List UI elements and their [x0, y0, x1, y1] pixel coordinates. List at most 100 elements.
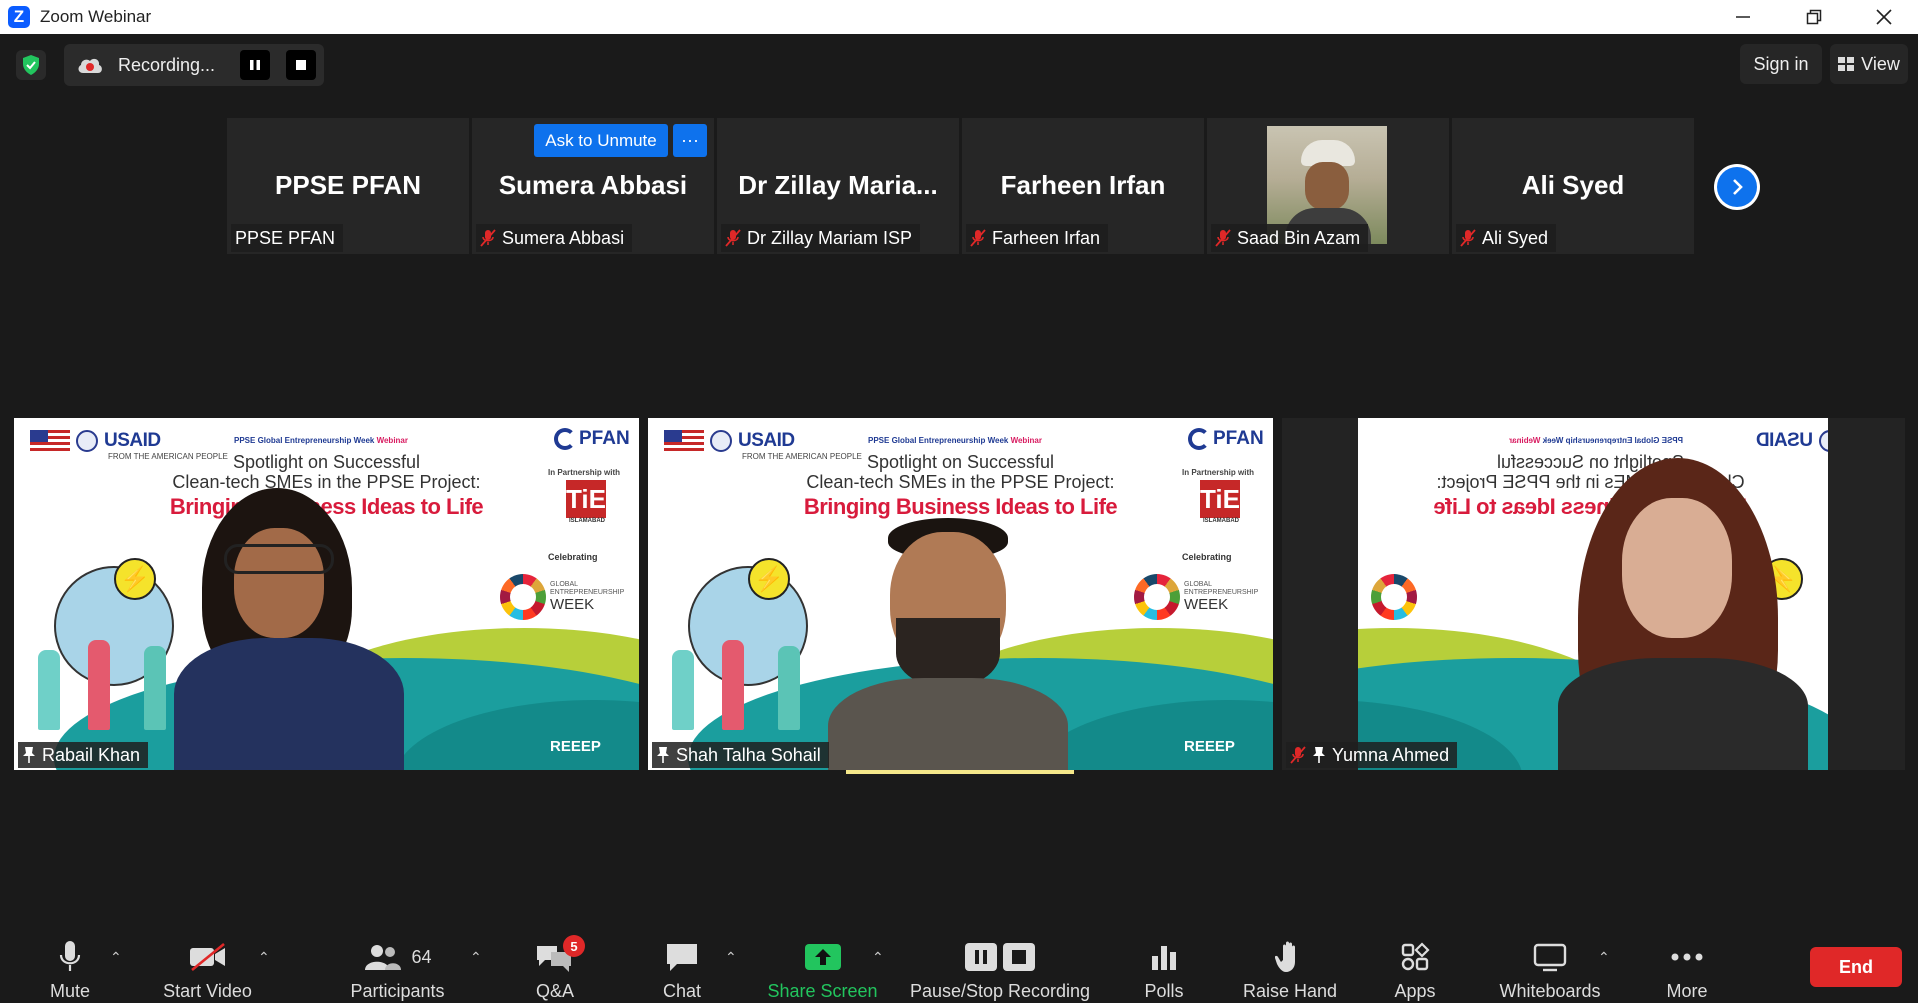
slide-title-line: Clean-tech SMEs in the PPSE Project: — [1436, 472, 1745, 492]
slide-title-line: Spotlight on Successful — [1496, 452, 1685, 472]
slide-title-line: Clean-tech SMEs in the PPSE Project: — [806, 472, 1115, 492]
pause-stop-recording-button[interactable]: Pause/Stop Recording — [905, 915, 1095, 1003]
chat-label: Chat — [662, 981, 702, 1001]
pause-recording-button[interactable] — [240, 50, 270, 80]
gew-logo — [1371, 574, 1417, 620]
participant-label-text: Ali Syed — [1482, 227, 1549, 248]
gew-logo: GLOBAL ENTREPRENEURSHIP WEEK — [500, 574, 624, 620]
raise-hand-button[interactable]: Raise Hand — [1235, 915, 1345, 1003]
slide-title-line: Spotlight on Successful — [866, 452, 1055, 472]
whiteboards-options-caret[interactable]: ⌃ — [1598, 949, 1610, 966]
gew-logo: GLOBAL ENTREPRENEURSHIP WEEK — [1134, 574, 1258, 620]
participants-button[interactable]: 64 Participants — [345, 915, 450, 1003]
restore-button[interactable] — [1786, 0, 1842, 34]
share-screen-button[interactable]: Share Screen — [765, 915, 880, 1003]
chat-options-caret[interactable]: ⌃ — [725, 949, 737, 966]
illustration-figure — [38, 650, 60, 730]
start-video-button[interactable]: Start Video — [155, 915, 260, 1003]
pause-icon — [250, 60, 260, 70]
recording-status-text: Recording... — [118, 54, 216, 75]
video-options-caret[interactable]: ⌃ — [258, 949, 270, 966]
video-name-tag: Shah Talha Sohail — [652, 742, 829, 768]
tie-subtext: ISLAMABAD — [1203, 518, 1239, 524]
gew-small-text: GLOBAL — [1184, 581, 1213, 588]
sign-in-button[interactable]: Sign in — [1740, 44, 1822, 84]
pfan-text: PFAN — [579, 428, 630, 449]
muted-mic-icon — [1460, 229, 1476, 247]
more-label: More — [1666, 981, 1708, 1001]
cloud-recording-icon — [76, 55, 102, 75]
mute-options-caret[interactable]: ⌃ — [110, 949, 122, 966]
close-button[interactable] — [1856, 0, 1912, 34]
next-page-button[interactable] — [1714, 164, 1760, 210]
end-meeting-button[interactable]: End — [1810, 947, 1902, 987]
whiteboards-button[interactable]: Whiteboards — [1490, 915, 1610, 1003]
participant-tile[interactable]: Saad Bin Azam — [1207, 118, 1449, 254]
qa-icon: 5 — [535, 935, 585, 977]
minimize-button[interactable] — [1715, 0, 1771, 34]
lightning-icon: ⚡ — [748, 558, 790, 600]
gew-text: GLOBAL ENTREPRENEURSHIP WEEK — [1184, 581, 1258, 613]
gew-ring-icon — [1371, 574, 1417, 620]
muted-mic-icon — [725, 229, 741, 247]
muted-mic-icon — [480, 229, 496, 247]
ask-to-unmute-button[interactable]: Ask to Unmute — [534, 124, 668, 157]
participant-name-label: Dr Zillay Mariam ISP — [721, 224, 921, 252]
participant-more-button[interactable]: ··· — [673, 124, 707, 157]
more-button[interactable]: More — [1657, 915, 1717, 1003]
window-titlebar: Z Zoom Webinar — [0, 0, 1918, 34]
participants-label: Participants — [350, 981, 445, 1001]
slide-title-highlight: Bringing Business Ideas to Life — [1433, 494, 1748, 519]
zoom-logo-icon: Z — [8, 6, 30, 28]
view-button-label: View — [1861, 53, 1900, 74]
pfan-logo-icon — [1188, 428, 1210, 450]
polls-icon — [1149, 937, 1179, 977]
video-tile[interactable]: USAID FROM THE AMERICAN PEOPLE PFAN PPSE… — [14, 418, 639, 770]
muted-mic-icon — [970, 229, 986, 247]
pfan-logo-icon — [554, 428, 576, 450]
reeep-logo: REEEP — [1184, 738, 1235, 755]
qa-button[interactable]: 5 Q&A — [525, 915, 585, 1003]
whiteboards-label: Whiteboards — [1499, 981, 1601, 1001]
participant-tile[interactable]: Farheen Irfan Farheen Irfan — [962, 118, 1204, 254]
apps-button[interactable]: Apps — [1385, 915, 1445, 1003]
start-video-label: Start Video — [163, 981, 252, 1001]
slide-header: PPSE Global Entrepreneurship Week Webina… — [234, 436, 408, 445]
gew-small-text: ENTREPRENEURSHIP — [1184, 589, 1259, 596]
participant-tile[interactable]: PPSE PFAN PPSE PFAN — [227, 118, 469, 254]
usaid-text: USAID — [738, 430, 795, 451]
pause-stop-icon — [964, 937, 1036, 977]
share-options-caret[interactable]: ⌃ — [872, 949, 884, 966]
illustration-figure — [722, 640, 744, 730]
participant-tile[interactable]: Ali Syed Ali Syed — [1452, 118, 1694, 254]
grid-view-icon — [1838, 57, 1855, 71]
pin-icon — [1313, 747, 1325, 763]
polls-button[interactable]: Polls — [1134, 915, 1194, 1003]
stop-recording-button[interactable] — [286, 50, 316, 80]
raise-hand-label: Raise Hand — [1242, 981, 1338, 1001]
chat-icon — [665, 937, 699, 977]
participant-name-label: Farheen Irfan — [966, 224, 1109, 252]
celebrating-text: Celebrating — [548, 552, 598, 562]
slide-header-suffix: Webinar — [1010, 436, 1042, 445]
chat-button[interactable]: Chat — [652, 915, 712, 1003]
security-shield-button[interactable] — [16, 50, 46, 80]
whiteboard-icon — [1533, 937, 1567, 977]
pfan-logo: PFAN — [1188, 428, 1264, 450]
video-name-text: Shah Talha Sohail — [676, 744, 821, 765]
raise-hand-icon — [1275, 937, 1305, 977]
window-title: Zoom Webinar — [40, 7, 152, 26]
microphone-icon — [58, 937, 82, 977]
next-page-inner — [1717, 167, 1757, 207]
video-tile[interactable]: USAID FROM THE AMERICAN PEOPLE PFAN PPSE… — [648, 418, 1273, 770]
mirrored-webinar-slide: USAID PPSE Global Entrepreneurship Week … — [1358, 418, 1828, 770]
view-button[interactable]: View — [1830, 44, 1908, 84]
participant-label-text: Sumera Abbasi — [502, 227, 625, 248]
mute-button[interactable]: Mute — [40, 915, 100, 1003]
more-icon — [1670, 937, 1704, 977]
pfan-text: PFAN — [1213, 428, 1264, 449]
participant-tile[interactable]: Dr Zillay Maria... Dr Zillay Mariam ISP — [717, 118, 959, 254]
participants-options-caret[interactable]: ⌃ — [470, 949, 482, 966]
video-name-tag: Rabail Khan — [18, 742, 149, 768]
video-tile[interactable]: USAID PPSE Global Entrepreneurship Week … — [1282, 418, 1905, 770]
